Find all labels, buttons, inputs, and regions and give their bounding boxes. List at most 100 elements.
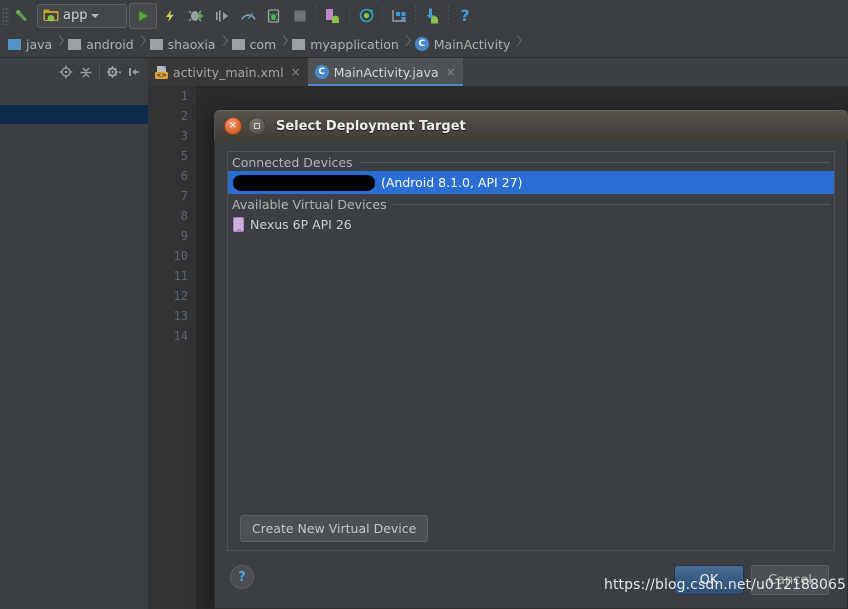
attach-debugger-button[interactable] bbox=[261, 4, 287, 28]
layout-inspector-icon bbox=[391, 10, 406, 22]
line-number: 9 bbox=[180, 229, 188, 243]
stop-icon bbox=[294, 10, 306, 21]
folder-blue-icon bbox=[8, 38, 21, 50]
sdk-manager-button[interactable] bbox=[320, 4, 346, 28]
breadcrumb-separator-icon bbox=[279, 31, 288, 58]
line-number: 13 bbox=[173, 309, 188, 323]
breadcrumb: java android shaoxia com myapplication C… bbox=[0, 31, 848, 58]
help-icon: ? bbox=[460, 5, 470, 25]
tab-label: activity_main.xml bbox=[173, 64, 284, 80]
app-window: app ? java android shaoxia com myapplica… bbox=[0, 0, 848, 609]
toolbar-separator bbox=[448, 5, 449, 26]
breadcrumb-label: com bbox=[249, 36, 277, 52]
help-button[interactable]: ? bbox=[452, 4, 478, 28]
toolbar-drag-handle[interactable] bbox=[2, 6, 9, 25]
device-row-connected[interactable]: (Android 8.1.0, API 27) bbox=[228, 171, 834, 194]
breadcrumb-separator-icon bbox=[513, 31, 522, 58]
device-file-explorer-icon bbox=[426, 8, 438, 23]
run-icon bbox=[138, 9, 150, 22]
run-to-cursor-button[interactable] bbox=[209, 4, 235, 28]
device-list[interactable]: Connected Devices (Android 8.1.0, API 27… bbox=[227, 151, 835, 551]
close-icon[interactable]: × bbox=[224, 117, 242, 135]
toolbar-separator bbox=[349, 5, 350, 26]
section-divider bbox=[392, 204, 830, 205]
phone-icon bbox=[233, 217, 244, 232]
module-selector[interactable]: app bbox=[37, 3, 127, 28]
breadcrumb-item-shaoxia[interactable]: shaoxia bbox=[146, 31, 219, 58]
device-label: Nexus 6P API 26 bbox=[250, 217, 352, 232]
attach-debugger-icon bbox=[267, 8, 280, 23]
breadcrumb-item-com[interactable]: com bbox=[228, 31, 280, 58]
run-button[interactable] bbox=[129, 2, 157, 29]
apply-changes-button[interactable] bbox=[157, 4, 183, 28]
line-number: 1 bbox=[180, 89, 188, 103]
debug-button[interactable] bbox=[183, 4, 209, 28]
line-number: 14 bbox=[173, 329, 188, 343]
breadcrumb-label: myapplication bbox=[310, 36, 399, 52]
android-module-icon bbox=[43, 9, 59, 22]
device-row-nexus-6p[interactable]: Nexus 6P API 26 bbox=[228, 213, 834, 236]
section-divider bbox=[358, 162, 830, 163]
breadcrumb-item-myapplication[interactable]: myapplication bbox=[288, 31, 402, 58]
section-title: Available Virtual Devices bbox=[232, 197, 387, 212]
tab-mainactivity-java[interactable]: C MainActivity.java × bbox=[307, 58, 463, 86]
device-file-explorer-button[interactable] bbox=[419, 4, 445, 28]
breadcrumb-item-java[interactable]: java bbox=[4, 31, 55, 58]
breadcrumb-item-android[interactable]: android bbox=[64, 31, 136, 58]
locate-target-icon[interactable] bbox=[57, 64, 74, 81]
breadcrumb-item-mainactivity[interactable]: C MainActivity bbox=[411, 31, 514, 58]
line-number: 6 bbox=[180, 169, 188, 183]
tab-close-icon[interactable]: × bbox=[446, 65, 456, 79]
debug-icon bbox=[188, 10, 203, 22]
folder-grey-icon bbox=[231, 38, 245, 50]
folder-grey-icon bbox=[68, 38, 82, 50]
tab-close-icon[interactable]: × bbox=[291, 65, 301, 79]
line-number: 10 bbox=[173, 249, 188, 263]
project-tree-row-selected[interactable] bbox=[0, 105, 148, 124]
folder-grey-icon bbox=[292, 38, 306, 50]
breadcrumb-label: android bbox=[86, 36, 134, 52]
breadcrumb-label: MainActivity bbox=[433, 36, 511, 52]
create-new-virtual-device-button[interactable]: Create New Virtual Device bbox=[240, 515, 429, 542]
project-tree-row[interactable] bbox=[0, 124, 148, 143]
folder-grey-icon bbox=[149, 38, 163, 50]
project-tool-window[interactable] bbox=[0, 86, 148, 609]
project-panel-toolbar bbox=[0, 58, 148, 86]
line-number: 2 bbox=[180, 109, 188, 123]
line-number: 8 bbox=[180, 209, 188, 223]
line-number: 11 bbox=[173, 269, 188, 283]
breadcrumb-separator-icon bbox=[137, 31, 146, 58]
breadcrumb-separator-icon bbox=[55, 31, 64, 58]
java-class-icon: C bbox=[314, 65, 329, 79]
editor-gutter[interactable]: 1 2 3 5 6 7 8 9 10 11 12 13 14 bbox=[148, 86, 196, 609]
collapse-all-icon[interactable] bbox=[77, 64, 94, 81]
dialog-title-bar[interactable]: × Select Deployment Target bbox=[214, 110, 848, 141]
tab-label: MainActivity.java bbox=[333, 64, 439, 80]
profiler-button[interactable] bbox=[235, 4, 261, 28]
toolbar-separator bbox=[415, 5, 416, 26]
stop-button[interactable] bbox=[287, 4, 313, 28]
device-label: (Android 8.1.0, API 27) bbox=[381, 175, 523, 190]
build-hammer-icon[interactable] bbox=[9, 4, 35, 28]
line-number: 7 bbox=[180, 189, 188, 203]
maximize-icon[interactable] bbox=[248, 117, 266, 135]
dialog-title: Select Deployment Target bbox=[276, 118, 466, 134]
module-name-label: app bbox=[63, 8, 88, 23]
breadcrumb-separator-icon bbox=[402, 31, 411, 58]
section-header-connected-devices: Connected Devices bbox=[228, 152, 834, 171]
sync-gradle-icon bbox=[359, 8, 373, 23]
select-deployment-target-dialog: × Select Deployment Target Connected Dev… bbox=[214, 110, 848, 609]
sdk-manager-icon bbox=[326, 8, 339, 23]
settings-gear-icon[interactable] bbox=[105, 64, 122, 81]
line-number: 3 bbox=[180, 129, 188, 143]
hide-panel-icon[interactable] bbox=[125, 64, 142, 81]
help-icon[interactable]: ? bbox=[230, 565, 254, 589]
line-number: 12 bbox=[173, 289, 188, 303]
layout-inspector-button[interactable] bbox=[386, 4, 412, 28]
line-number: 5 bbox=[180, 149, 188, 163]
sync-gradle-button[interactable] bbox=[353, 4, 379, 28]
section-title: Connected Devices bbox=[232, 155, 353, 170]
editor-tab-bar: <> activity_main.xml × C MainActivity.ja… bbox=[0, 58, 848, 87]
project-tree-row[interactable] bbox=[0, 86, 148, 105]
tab-activity-main-xml[interactable]: <> activity_main.xml × bbox=[148, 58, 308, 86]
